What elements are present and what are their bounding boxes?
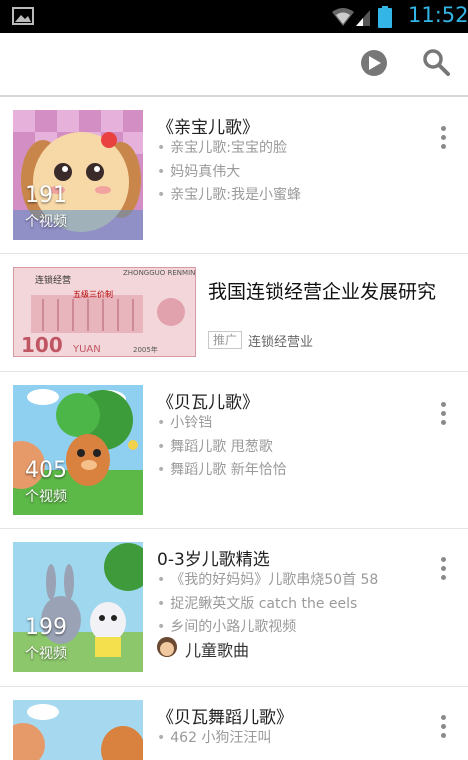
video-count: 191 bbox=[25, 183, 67, 208]
overflow-menu-icon[interactable] bbox=[441, 126, 447, 153]
playlist-title: 《贝瓦舞蹈儿歌》 bbox=[157, 708, 293, 728]
banknote-denomination: 100 bbox=[21, 333, 63, 357]
playlist-entry: 舞蹈儿歌 新年恰恰 bbox=[157, 459, 286, 479]
playlist-entry: 《我的好妈妈》儿歌串烧50首 58 bbox=[157, 569, 378, 589]
banknote-year: 2005年 bbox=[133, 345, 158, 354]
cartoon-thumbnail-image bbox=[13, 700, 143, 760]
video-count: 405 bbox=[25, 458, 67, 483]
play-button[interactable] bbox=[361, 50, 387, 76]
playlist-entry: 小铃铛 bbox=[157, 412, 212, 432]
status-bar: 11:52 bbox=[0, 0, 468, 33]
list-item[interactable]: 199 个视频 0-3岁儿歌精选 《我的好妈妈》儿歌串烧50首 58 捉泥鳅英文… bbox=[0, 529, 468, 687]
video-count: 199 bbox=[25, 615, 67, 640]
overflow-menu-icon[interactable] bbox=[441, 402, 447, 429]
overflow-menu-icon[interactable] bbox=[441, 715, 447, 742]
avatar-image bbox=[157, 637, 177, 657]
thumbnail[interactable]: 405 个视频 bbox=[13, 385, 143, 515]
ad-source: 连锁经营业 bbox=[248, 335, 314, 350]
banknote-box-label: 五级三价制 bbox=[73, 289, 113, 299]
playlist-list: 191 个视频 《亲宝儿歌》 亲宝儿歌:宝宝的脸 妈妈真伟大 亲宝儿歌:我是小蜜… bbox=[0, 97, 468, 760]
thumbnail[interactable] bbox=[13, 700, 143, 760]
playlist-entry: 亲宝儿歌:我是小蜜蜂 bbox=[157, 184, 301, 204]
battery-icon bbox=[378, 6, 392, 28]
ad-title: 我国连锁经营企业发展研究 bbox=[208, 281, 437, 303]
video-count-unit: 个视频 bbox=[25, 214, 67, 230]
signal-icon bbox=[332, 8, 370, 26]
playlist-entry: 462 小狗汪汪叫 bbox=[157, 727, 271, 747]
playlist-entry: 捉泥鳅英文版 catch the eels bbox=[157, 593, 357, 613]
picture-notification-icon bbox=[12, 7, 34, 25]
playlist-entry: 妈妈真伟大 bbox=[157, 161, 240, 181]
play-icon bbox=[369, 56, 381, 70]
banknote-caption: 连锁经营 bbox=[35, 274, 71, 286]
search-icon[interactable] bbox=[422, 48, 450, 76]
ad-badge: 推广 bbox=[208, 331, 243, 349]
list-item[interactable]: 191 个视频 《亲宝儿歌》 亲宝儿歌:宝宝的脸 妈妈真伟大 亲宝儿歌:我是小蜜… bbox=[0, 97, 468, 254]
clock: 11:52 bbox=[408, 3, 468, 27]
playlist-title: 《亲宝儿歌》 bbox=[157, 118, 259, 138]
video-count-unit: 个视频 bbox=[25, 646, 67, 662]
action-bar bbox=[0, 33, 468, 97]
thumbnail[interactable]: 191 个视频 bbox=[13, 110, 143, 240]
channel-avatar[interactable] bbox=[157, 637, 177, 657]
list-item[interactable]: 《贝瓦舞蹈儿歌》 462 小狗汪汪叫 bbox=[0, 687, 468, 760]
playlist-entry: 舞蹈儿歌 甩葱歌 bbox=[157, 436, 272, 456]
list-item[interactable]: 405 个视频 《贝瓦儿歌》 小铃铛 舞蹈儿歌 甩葱歌 舞蹈儿歌 新年恰恰 bbox=[0, 372, 468, 529]
playlist-title: 《贝瓦儿歌》 bbox=[157, 393, 259, 413]
banknote-image: ZHONGGUO RENMIN 五级三价制 连锁经营 100 YUAN 2005… bbox=[13, 267, 196, 357]
banknote-currency: YUAN bbox=[72, 344, 101, 355]
ad-item[interactable]: ZHONGGUO RENMIN 五级三价制 连锁经营 100 YUAN 2005… bbox=[0, 254, 468, 372]
thumbnail[interactable]: 199 个视频 bbox=[13, 542, 143, 672]
playlist-title: 0-3岁儿歌精选 bbox=[157, 550, 270, 570]
ad-thumbnail[interactable]: ZHONGGUO RENMIN 五级三价制 连锁经营 100 YUAN 2005… bbox=[13, 267, 196, 357]
playlist-entry: 乡间的小路儿歌视频 bbox=[157, 616, 296, 636]
playlist-entry: 亲宝儿歌:宝宝的脸 bbox=[157, 137, 287, 157]
channel-name[interactable]: 儿童歌曲 bbox=[185, 637, 249, 661]
video-count-unit: 个视频 bbox=[25, 489, 67, 505]
overflow-menu-icon[interactable] bbox=[441, 557, 447, 584]
banknote-top-text: ZHONGGUO RENMIN bbox=[123, 269, 195, 277]
